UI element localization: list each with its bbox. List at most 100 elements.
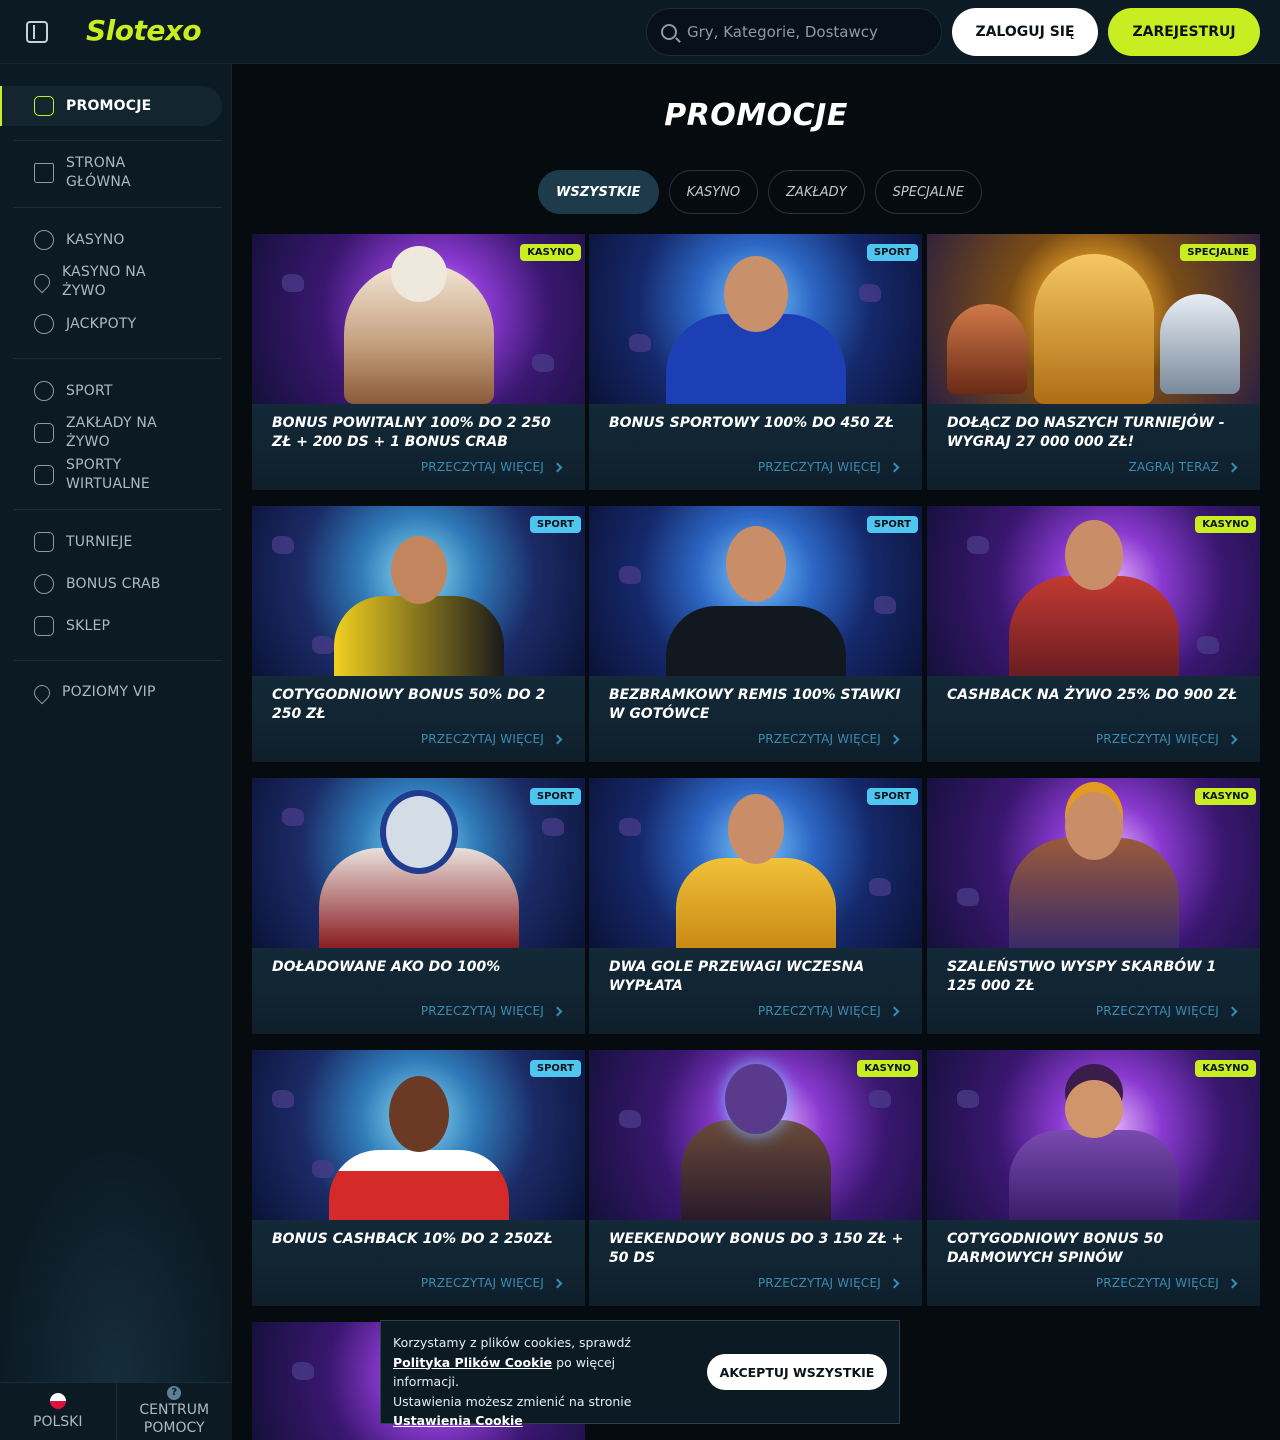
read-more-link[interactable]: PRZECZYTAJ WIĘCEJ (757, 460, 900, 474)
search-input[interactable] (687, 23, 917, 41)
promo-card[interactable]: KASYNO BONUS POWITALNY 100% DO 2 250 ZŁ … (252, 234, 585, 490)
read-more-link[interactable]: PRZECZYTAJ WIĘCEJ (757, 1004, 900, 1018)
sidebar-item-label: BONUS CRAB (66, 575, 161, 592)
sidebar-item-tournaments[interactable]: TURNIEJE (14, 532, 222, 552)
read-more-label: PRZECZYTAJ WIĘCEJ (757, 1004, 881, 1018)
language-label: POLSKI (33, 1413, 83, 1430)
read-more-link[interactable]: PRZECZYTAJ WIĘCEJ (757, 1276, 900, 1290)
promo-title: BEZBRAMKOWY REMIS 100% STAWKI W GOTÓWCE (609, 687, 901, 722)
sidebar-item-label: KASYNO (66, 231, 125, 248)
sidebar-item-jackpots[interactable]: JACKPOTY (14, 314, 222, 334)
read-more-link[interactable]: PRZECZYTAJ WIĘCEJ (758, 732, 900, 746)
read-more-label: PRZECZYTAJ WIĘCEJ (1095, 1276, 1219, 1290)
sidebar-item-home[interactable]: STRONA GŁÓWNA (14, 154, 222, 192)
promo-card[interactable]: SPORT COTYGODNIOWY BONUS 50% DO 2 250 ZŁ… (252, 506, 585, 762)
register-button[interactable]: ZAREJESTRUJ (1108, 8, 1260, 56)
chip-icon (34, 230, 54, 250)
sidebar-toggle-icon[interactable] (26, 21, 48, 43)
help-center-link[interactable]: ? CENTRUM POMOCY (115, 1383, 233, 1440)
category-badge: KASYNO (1195, 516, 1256, 533)
play-now-link[interactable]: ZAGRAJ TERAZ (1128, 460, 1238, 474)
promo-card[interactable]: SPORT BONUS CASHBACK 10% DO 2 250ZŁ PRZE… (252, 1050, 585, 1306)
category-badge: SPORT (529, 516, 581, 533)
sidebar-item-label: JACKPOTY (66, 315, 137, 332)
category-badge: SPORT (529, 1060, 581, 1077)
tab-special[interactable]: SPECJALNE (874, 170, 982, 214)
crab-icon (34, 574, 54, 594)
promo-card[interactable]: KASYNO WEEKENDOWY BONUS DO 3 150 ZŁ + 50… (589, 1050, 922, 1306)
trophy-icon (34, 532, 54, 552)
tab-all[interactable]: WSZYSTKIE (538, 170, 659, 214)
promo-card[interactable]: KASYNO SZALEŃSTWO WYSPY SKARBÓW 1 125 00… (927, 778, 1260, 1034)
search-bar[interactable] (646, 8, 942, 56)
help-icon: ? (167, 1386, 182, 1400)
read-more-label: PRZECZYTAJ WIĘCEJ (757, 1276, 881, 1290)
promo-title: SZALEŃSTWO WYSPY SKARBÓW 1 125 000 ZŁ (947, 959, 1217, 994)
seven-icon (34, 314, 54, 334)
gamepad-icon (34, 465, 54, 485)
cookie-policy-link[interactable]: Polityka Plików Cookie (393, 1355, 552, 1370)
sidebar-item-live-casino[interactable]: KASYNO NA ŻYWO (14, 263, 222, 301)
tab-casino[interactable]: KASYNO (668, 170, 759, 214)
cookie-settings-link[interactable]: Ustawienia Cookie (393, 1413, 523, 1428)
sidebar-item-bonus-crab[interactable]: BONUS CRAB (14, 574, 222, 594)
cookie-text: Korzystamy z plików cookies, sprawdź Pol… (393, 1333, 683, 1431)
divider (14, 358, 222, 359)
sidebar-item-kasyno[interactable]: KASYNO (14, 230, 222, 250)
shop-icon (34, 616, 54, 636)
spade-icon (30, 270, 54, 294)
promo-card[interactable]: SPECJALNE DOŁĄCZ DO NASZYCH TURNIEJÓW - … (927, 234, 1260, 490)
read-more-link[interactable]: PRZECZYTAJ WIĘCEJ (421, 460, 563, 474)
promo-card[interactable]: SPORT BEZBRAMKOWY REMIS 100% STAWKI W GO… (589, 506, 922, 762)
promo-title: DWA GOLE PRZEWAGI WCZESNA WYPŁATA (609, 959, 865, 994)
read-more-link[interactable]: PRZECZYTAJ WIĘCEJ (421, 1004, 563, 1018)
sidebar-item-label: SKLEP (66, 617, 111, 634)
sidebar-item-sport[interactable]: SPORT (14, 381, 222, 401)
read-more-link[interactable]: PRZECZYTAJ WIĘCEJ (1095, 1004, 1238, 1018)
promo-title: DOŁĄCZ DO NASZYCH TURNIEJÓW - WYGRAJ 27 … (947, 415, 1225, 450)
read-more-label: PRZECZYTAJ WIĘCEJ (1095, 1004, 1219, 1018)
read-more-link[interactable]: PRZECZYTAJ WIĘCEJ (421, 1276, 563, 1290)
sidebar: PROMOCJE STRONA GŁÓWNA KASYNO KASYNO NA … (0, 64, 232, 1440)
category-badge: KASYNO (520, 244, 581, 261)
sidebar-item-promocje[interactable]: PROMOCJE (0, 86, 222, 126)
sidebar-item-live-bets[interactable]: ZAKŁADY NA ŻYWO (14, 414, 222, 452)
accept-all-cookies-button[interactable]: AKCEPTUJ WSZYSTKIE (707, 1354, 887, 1390)
sidebar-item-label: POZIOMY VIP (62, 684, 156, 700)
home-icon (34, 163, 54, 183)
sidebar-item-label: KASYNO NA ŻYWO (62, 264, 146, 299)
chevron-right-icon (552, 734, 563, 744)
promo-card[interactable]: KASYNO COTYGODNIOWY BONUS 50 DARMOWYCH S… (927, 1050, 1260, 1306)
promo-title: WEEKENDOWY BONUS DO 3 150 ZŁ + 50 DS (609, 1231, 904, 1266)
sidebar-item-label: STRONA GŁÓWNA (66, 155, 131, 190)
promo-title: BONUS CASHBACK 10% DO 2 250ZŁ (272, 1231, 553, 1247)
login-button[interactable]: ZALOGUJ SIĘ (952, 8, 1098, 56)
language-selector[interactable]: POLSKI (0, 1383, 116, 1440)
promo-card[interactable]: KASYNO CASHBACK NA ŻYWO 25% DO 900 ZŁ PR… (927, 506, 1260, 762)
category-badge: KASYNO (1195, 788, 1256, 805)
read-more-link[interactable]: PRZECZYTAJ WIĘCEJ (1095, 1276, 1238, 1290)
sidebar-item-virtual-sports[interactable]: SPORTY WIRTUALNE (14, 456, 222, 494)
read-more-link[interactable]: PRZECZYTAJ WIĘCEJ (421, 732, 563, 746)
sidebar-decoration (0, 1142, 232, 1382)
chevron-right-icon (889, 1278, 900, 1288)
promo-card[interactable]: SPORT BONUS SPORTOWY 100% DO 450 ZŁ PRZE… (589, 234, 922, 490)
chevron-right-icon (1227, 1006, 1238, 1016)
divider (14, 140, 222, 141)
sidebar-item-shop[interactable]: SKLEP (14, 616, 222, 636)
read-more-label: PRZECZYTAJ WIĘCEJ (757, 460, 881, 474)
category-badge: KASYNO (857, 1060, 918, 1077)
read-more-link[interactable]: PRZECZYTAJ WIĘCEJ (1096, 732, 1238, 746)
sidebar-item-vip[interactable]: POZIOMY VIP (14, 681, 222, 704)
logo[interactable]: Slotexo (86, 14, 202, 47)
promo-card[interactable]: SPORT DOŁADOWANE AKO DO 100% PRZECZYTAJ … (252, 778, 585, 1034)
play-icon (34, 423, 54, 443)
promo-title: BONUS POWITALNY 100% DO 2 250 ZŁ + 200 D… (272, 415, 551, 450)
chevron-right-icon (889, 734, 900, 744)
chevron-right-icon (1227, 1278, 1238, 1288)
tab-bets[interactable]: ZAKŁADY (768, 170, 865, 214)
promo-card[interactable]: SPORT DWA GOLE PRZEWAGI WCZESNA WYPŁATA … (589, 778, 922, 1034)
promo-title: CASHBACK NA ŻYWO 25% DO 900 ZŁ (947, 687, 1238, 703)
sidebar-item-label: ZAKŁADY NA ŻYWO (66, 415, 157, 450)
divider (14, 509, 222, 510)
